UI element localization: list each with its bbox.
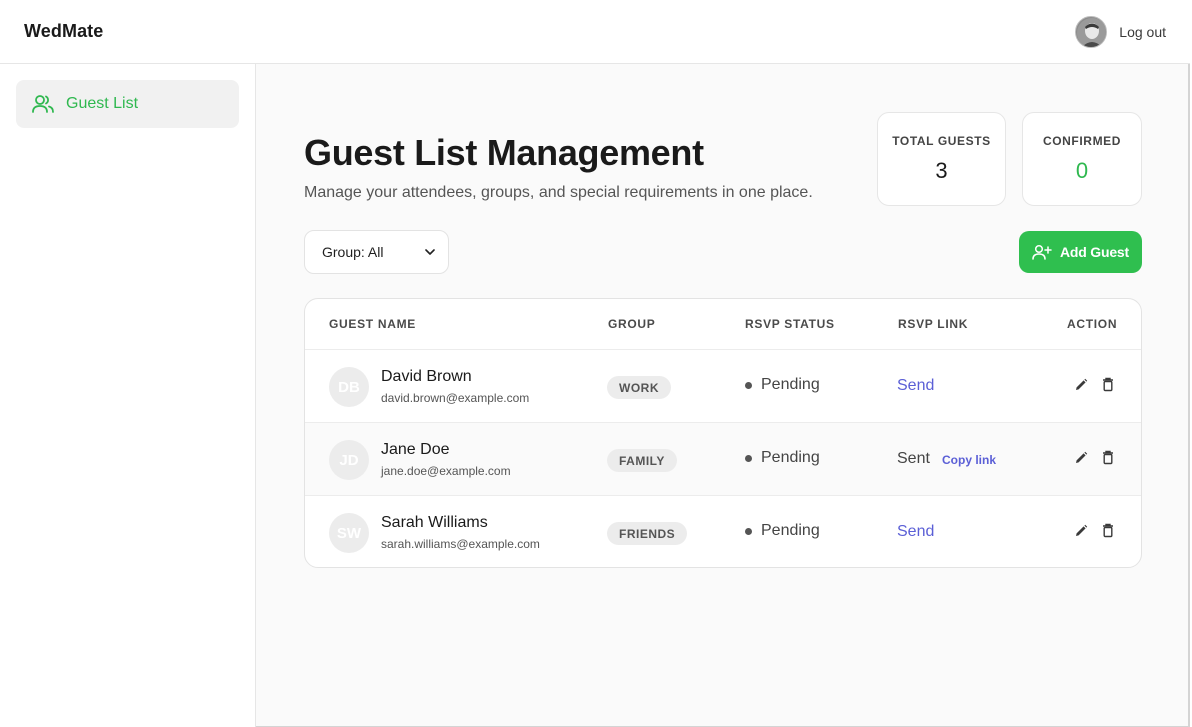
- edit-icon[interactable]: [1074, 451, 1088, 470]
- users-icon: [32, 95, 54, 113]
- rsvp-status: Pending: [745, 522, 820, 540]
- send-rsvp-link[interactable]: Send: [897, 523, 934, 541]
- group-badge: WORK: [607, 376, 671, 399]
- rsvp-status-text: Pending: [761, 522, 820, 539]
- send-rsvp-link[interactable]: Send: [897, 377, 934, 395]
- table-row: SW Sarah Williams sarah.williams@example…: [305, 496, 1141, 567]
- confirmed-label: CONFIRMED: [1042, 134, 1122, 148]
- user-menu: Log out: [1075, 15, 1166, 48]
- guest-name: Sarah Williams: [381, 514, 488, 531]
- user-plus-icon: [1032, 244, 1052, 260]
- confirmed-value: 0: [1075, 158, 1089, 183]
- add-guest-label: Add Guest: [1060, 244, 1129, 260]
- main-content: Guest List Management Manage your attend…: [256, 64, 1190, 727]
- app-window: WedMate Log out Guest List Guest List Ma…: [0, 0, 1190, 727]
- chevron-down-icon: [425, 249, 435, 255]
- guest-email: david.brown@example.com: [381, 391, 530, 405]
- avatar[interactable]: [1075, 15, 1108, 48]
- group-badge: FRIENDS: [607, 522, 688, 545]
- guest-email: sarah.williams@example.com: [381, 537, 540, 551]
- rsvp-sent-label: Sent: [897, 450, 930, 467]
- confirmed-card: CONFIRMED 0: [1022, 112, 1142, 206]
- page-title: Guest List Management: [304, 132, 704, 173]
- status-dot-icon: [745, 381, 752, 389]
- column-rsvp-link: RSVP LINK: [898, 317, 969, 331]
- status-dot-icon: [745, 454, 752, 462]
- total-guests-card: TOTAL GUESTS 3: [877, 112, 1006, 206]
- table-header: GUEST NAME GROUP RSVP STATUS RSVP LINK A…: [305, 299, 1141, 350]
- total-guests-value: 3: [935, 158, 948, 183]
- rsvp-status-text: Pending: [761, 449, 820, 466]
- sidebar: Guest List: [0, 64, 256, 727]
- logout-link[interactable]: Log out: [1119, 24, 1166, 40]
- rsvp-status-text: Pending: [761, 376, 820, 393]
- stats-panel: TOTAL GUESTS 3 CONFIRMED 0: [877, 112, 1142, 206]
- column-guest-name: GUEST NAME: [329, 317, 417, 331]
- group-filter-label: Group: All: [322, 244, 384, 260]
- trash-icon[interactable]: [1102, 450, 1114, 470]
- column-action: ACTION: [1067, 317, 1118, 331]
- rsvp-status: Pending: [745, 449, 820, 467]
- group-badge: FAMILY: [607, 449, 677, 472]
- add-guest-button[interactable]: Add Guest: [1019, 231, 1142, 273]
- guest-name: Jane Doe: [381, 441, 450, 458]
- guest-table: GUEST NAME GROUP RSVP STATUS RSVP LINK A…: [304, 298, 1142, 568]
- column-rsvp-status: RSVP STATUS: [745, 317, 835, 331]
- guest-avatar: JD: [329, 440, 369, 480]
- guest-avatar: SW: [329, 513, 369, 553]
- top-bar: WedMate Log out: [0, 0, 1190, 64]
- rsvp-status: Pending: [745, 376, 820, 394]
- status-dot-icon: [745, 527, 752, 535]
- table-row: DB David Brown david.brown@example.com W…: [305, 350, 1141, 423]
- page-subtitle: Manage your attendees, groups, and speci…: [304, 184, 813, 201]
- brand-logo[interactable]: WedMate: [24, 21, 103, 42]
- guest-email: jane.doe@example.com: [381, 464, 511, 478]
- edit-icon[interactable]: [1074, 378, 1088, 397]
- user-photo-icon: [1077, 17, 1107, 47]
- sidebar-item-guest-list[interactable]: Guest List: [16, 80, 239, 128]
- copy-link-button[interactable]: Copy link: [942, 453, 996, 467]
- trash-icon[interactable]: [1102, 377, 1114, 397]
- edit-icon[interactable]: [1074, 524, 1088, 543]
- total-guests-label: TOTAL GUESTS: [892, 134, 991, 148]
- trash-icon[interactable]: [1102, 523, 1114, 543]
- table-row: JD Jane Doe jane.doe@example.com FAMILY …: [305, 423, 1141, 496]
- sidebar-item-label: Guest List: [66, 95, 139, 112]
- group-filter-select[interactable]: Group: All: [304, 230, 449, 274]
- guest-name: David Brown: [381, 368, 472, 385]
- guest-avatar: DB: [329, 367, 369, 407]
- column-group: GROUP: [608, 317, 656, 331]
